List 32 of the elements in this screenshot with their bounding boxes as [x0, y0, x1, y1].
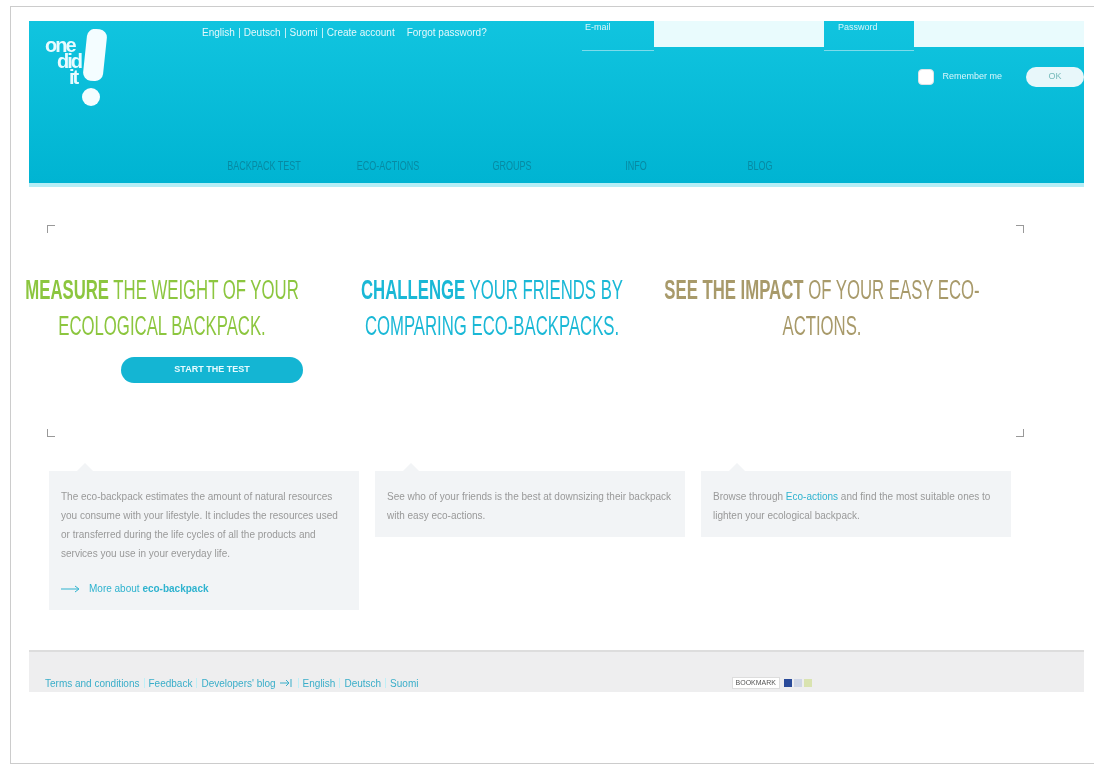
- headline: SEE THE IMPACT OF YOUR EASY ECO-ACTIONS.: [663, 274, 981, 343]
- footer-link[interactable]: Feedback: [148, 675, 193, 691]
- top-link[interactable]: English: [202, 25, 235, 40]
- arrow-icon: [61, 584, 81, 593]
- footer-link[interactable]: Deutsch: [344, 675, 382, 691]
- checkbox[interactable]: [918, 69, 935, 85]
- share-icons[interactable]: [784, 677, 814, 689]
- arrow-icon[interactable]: [279, 678, 294, 688]
- top-link[interactable]: Deutsch: [243, 25, 281, 40]
- start-test-button[interactable]: START THE TEST: [121, 356, 303, 383]
- callout-text: The eco-backpack estimates the amount of natural resources you consume with your lifestyle. It includes the resources used or transferred during the life cycles of all the products and services you use in your everyday life.: [61, 490, 339, 561]
- more-link[interactable]: More about eco-backpack: [89, 579, 209, 598]
- callout-text: See who of your friends is the best at downsizing their backpack with easy eco-actions.: [387, 490, 673, 523]
- logo-text: it: [69, 69, 78, 85]
- exclamation-icon: [81, 29, 107, 107]
- email-field[interactable]: [654, 21, 824, 47]
- headline: MEASURE THE WEIGHT OF YOUR ECOLOGICAL BACKPACK.: [24, 274, 300, 343]
- callout-text: Browse through Eco-actions and find the most suitable ones to lighten your ecological backpack.: [713, 490, 992, 523]
- headline: CHALLENGE YOUR FRIENDS BY COMPARING ECO-BACKPACKS.: [360, 274, 624, 343]
- ok-button[interactable]: OK: [1026, 67, 1084, 87]
- top-link[interactable]: Create account: [326, 25, 395, 40]
- password-field[interactable]: [914, 21, 1084, 47]
- top-link[interactable]: Forgot password?: [406, 25, 487, 40]
- logo-text: did: [57, 53, 81, 69]
- footer-link[interactable]: English: [302, 675, 336, 691]
- footer-link[interactable]: Terms and conditions: [45, 675, 140, 691]
- logo-text: one: [45, 37, 76, 53]
- top-link[interactable]: Suomi: [289, 25, 318, 40]
- footer-link[interactable]: Suomi: [390, 675, 419, 691]
- eco-actions-link[interactable]: Eco-actions: [785, 491, 839, 502]
- footer-link[interactable]: Developers' blog: [201, 675, 276, 691]
- checkbox-label: Remember me: [942, 70, 1002, 84]
